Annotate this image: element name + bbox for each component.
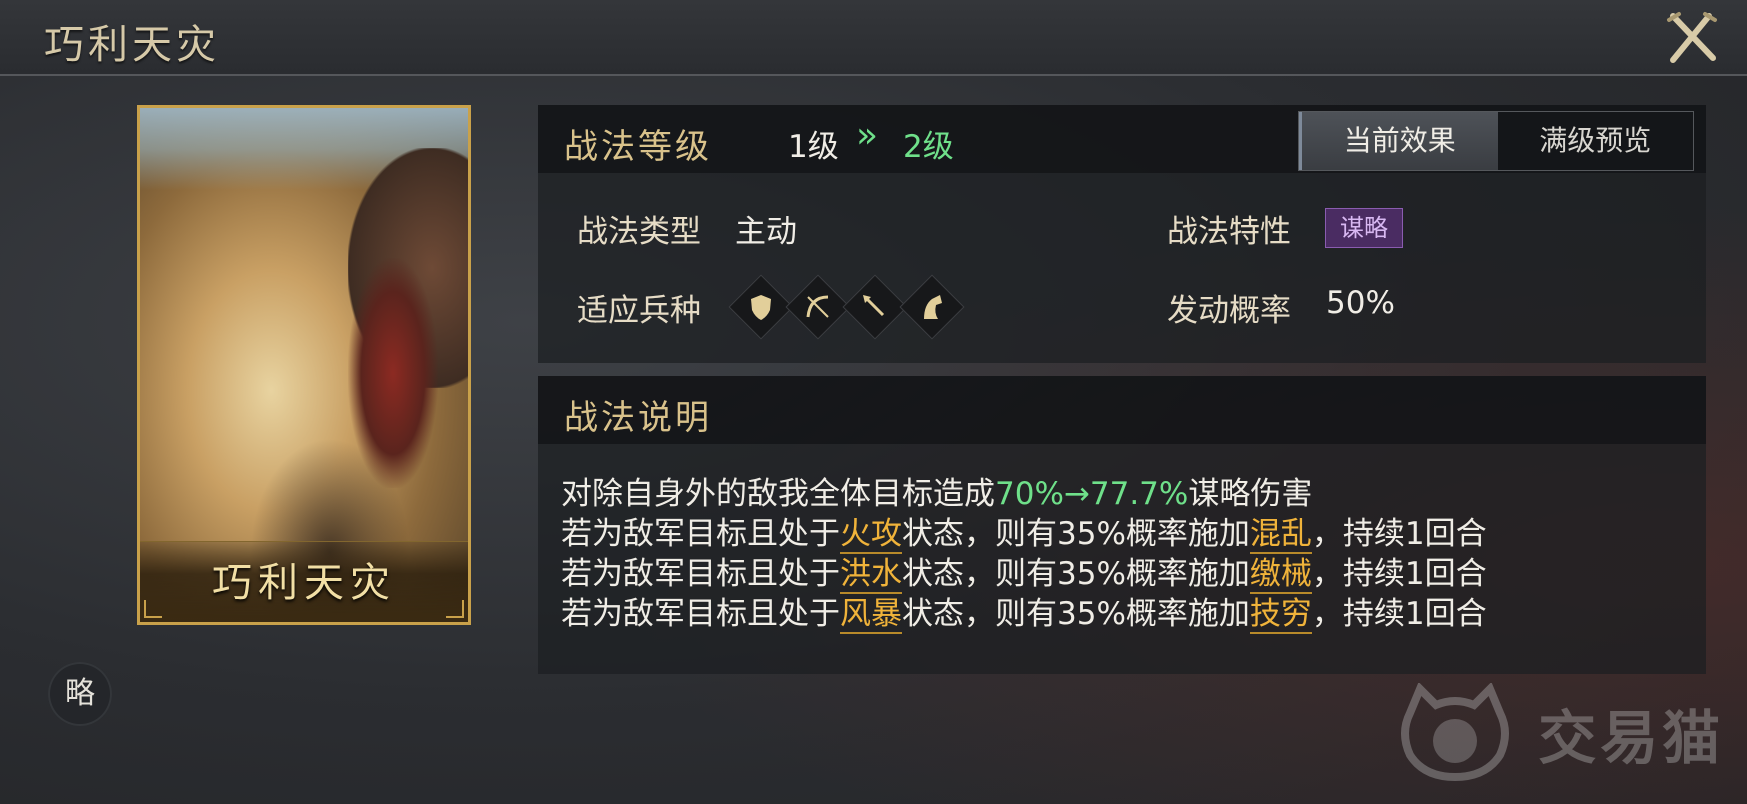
desc-text: 状态，则有35%概率施加 (902, 516, 1250, 552)
level-header: 战法等级 1级 » 2级 当前效果 满级预览 (538, 105, 1706, 173)
status-keyword-storm[interactable]: 风暴 (840, 596, 902, 634)
damage-value: 70%→77.7% (995, 476, 1189, 512)
desc-text: 状态，则有35%概率施加 (902, 596, 1250, 632)
close-button[interactable] (1665, 10, 1721, 66)
trigger-rate-label: 发动概率 (1167, 293, 1291, 329)
cat-logo-icon (1401, 681, 1509, 782)
card-name: 巧利天灾 (212, 560, 396, 606)
level-arrow-icon: » (856, 115, 879, 156)
trigger-rate-value: 50% (1326, 285, 1395, 321)
close-icon (1667, 12, 1717, 63)
watermark: 交易猫 (1396, 681, 1725, 783)
trait-badge: 谋略 (1325, 208, 1403, 248)
description-line-1: 对除自身外的敌我全体目标造成70%→77.7%谋略伤害 (561, 468, 1312, 513)
page-title: 巧利天灾 (44, 22, 220, 68)
desc-text: ，持续1回合 (1311, 596, 1487, 632)
skill-type-value: 主动 (735, 214, 797, 250)
effect-tabs: 当前效果 满级预览 (1298, 111, 1694, 171)
current-level: 1级 (788, 129, 839, 165)
skill-trait-label: 战法特性 (1167, 214, 1291, 250)
desc-text: ，持续1回合 (1311, 556, 1487, 592)
desc-text: 若为敌军目标且处于 (561, 596, 840, 632)
description-line-3: 若为敌军目标且处于洪水状态，则有35%概率施加缴械，持续1回合 (561, 548, 1487, 594)
troop-type-label: 适应兵种 (577, 293, 701, 329)
shield-icon (751, 295, 771, 320)
description-line-2: 若为敌军目标且处于火攻状态，则有35%概率施加混乱，持续1回合 (561, 508, 1487, 554)
tab-max-level-preview[interactable]: 满级预览 (1498, 112, 1694, 170)
desc-text: 若为敌军目标且处于 (561, 556, 840, 592)
description-line-4: 若为敌军目标且处于风暴状态，则有35%概率施加技穷，持续1回合 (561, 588, 1487, 634)
card-corner-ornament (144, 600, 162, 618)
desc-text: ，持续1回合 (1311, 516, 1487, 552)
watermark-text: 交易猫 (1538, 704, 1725, 772)
top-bar: 巧利天灾 (0, 0, 1747, 76)
tab-current-effect[interactable]: 当前效果 (1299, 112, 1498, 170)
level-title: 战法等级 (564, 127, 712, 167)
skill-type-label: 战法类型 (577, 214, 701, 250)
card-corner-ornament (446, 600, 464, 618)
next-level: 2级 (903, 129, 954, 165)
description-title: 战法说明 (564, 398, 712, 438)
horse-icon (924, 295, 942, 319)
desc-text: 若为敌军目标且处于 (561, 516, 840, 552)
desc-text: 谋略伤害 (1188, 476, 1313, 512)
effect-keyword-silence[interactable]: 技穷 (1249, 596, 1312, 634)
desc-text: 对除自身外的敌我全体目标造成 (561, 476, 995, 512)
strategy-badge[interactable]: 略 (48, 662, 112, 726)
description-header: 战法说明 (538, 376, 1706, 444)
bow-icon (806, 295, 829, 318)
spear-icon (863, 295, 885, 317)
skill-info-panel: 战法等级 1级 » 2级 当前效果 满级预览 (538, 105, 1706, 363)
desc-text: 状态，则有35%概率施加 (902, 556, 1250, 592)
skill-card: 巧利天灾 (137, 105, 471, 625)
